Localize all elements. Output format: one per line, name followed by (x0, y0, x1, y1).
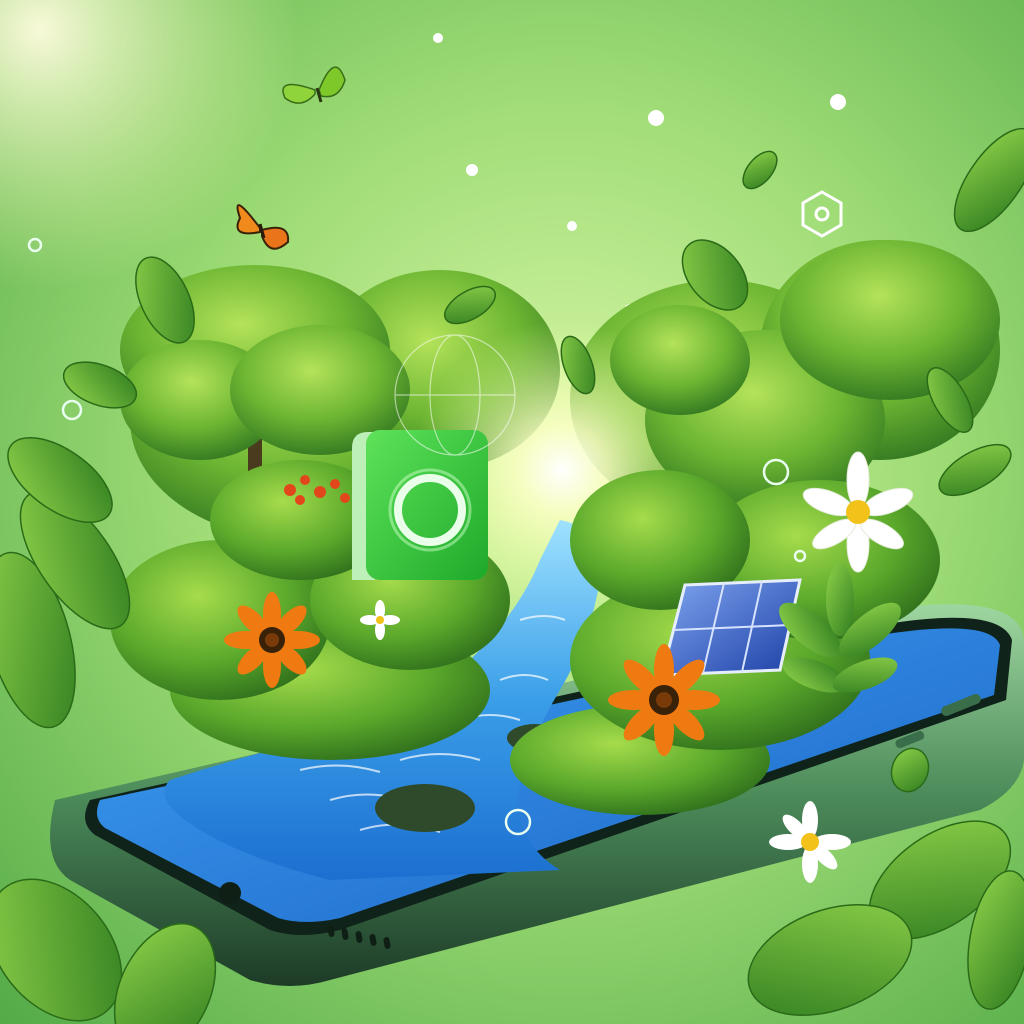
scene-svg (0, 0, 1024, 1024)
app-icon (352, 430, 488, 580)
solar-panel-icon (660, 578, 802, 677)
headphone-jack-icon (219, 882, 241, 904)
river-rock (375, 784, 475, 832)
scene (0, 0, 1024, 1024)
